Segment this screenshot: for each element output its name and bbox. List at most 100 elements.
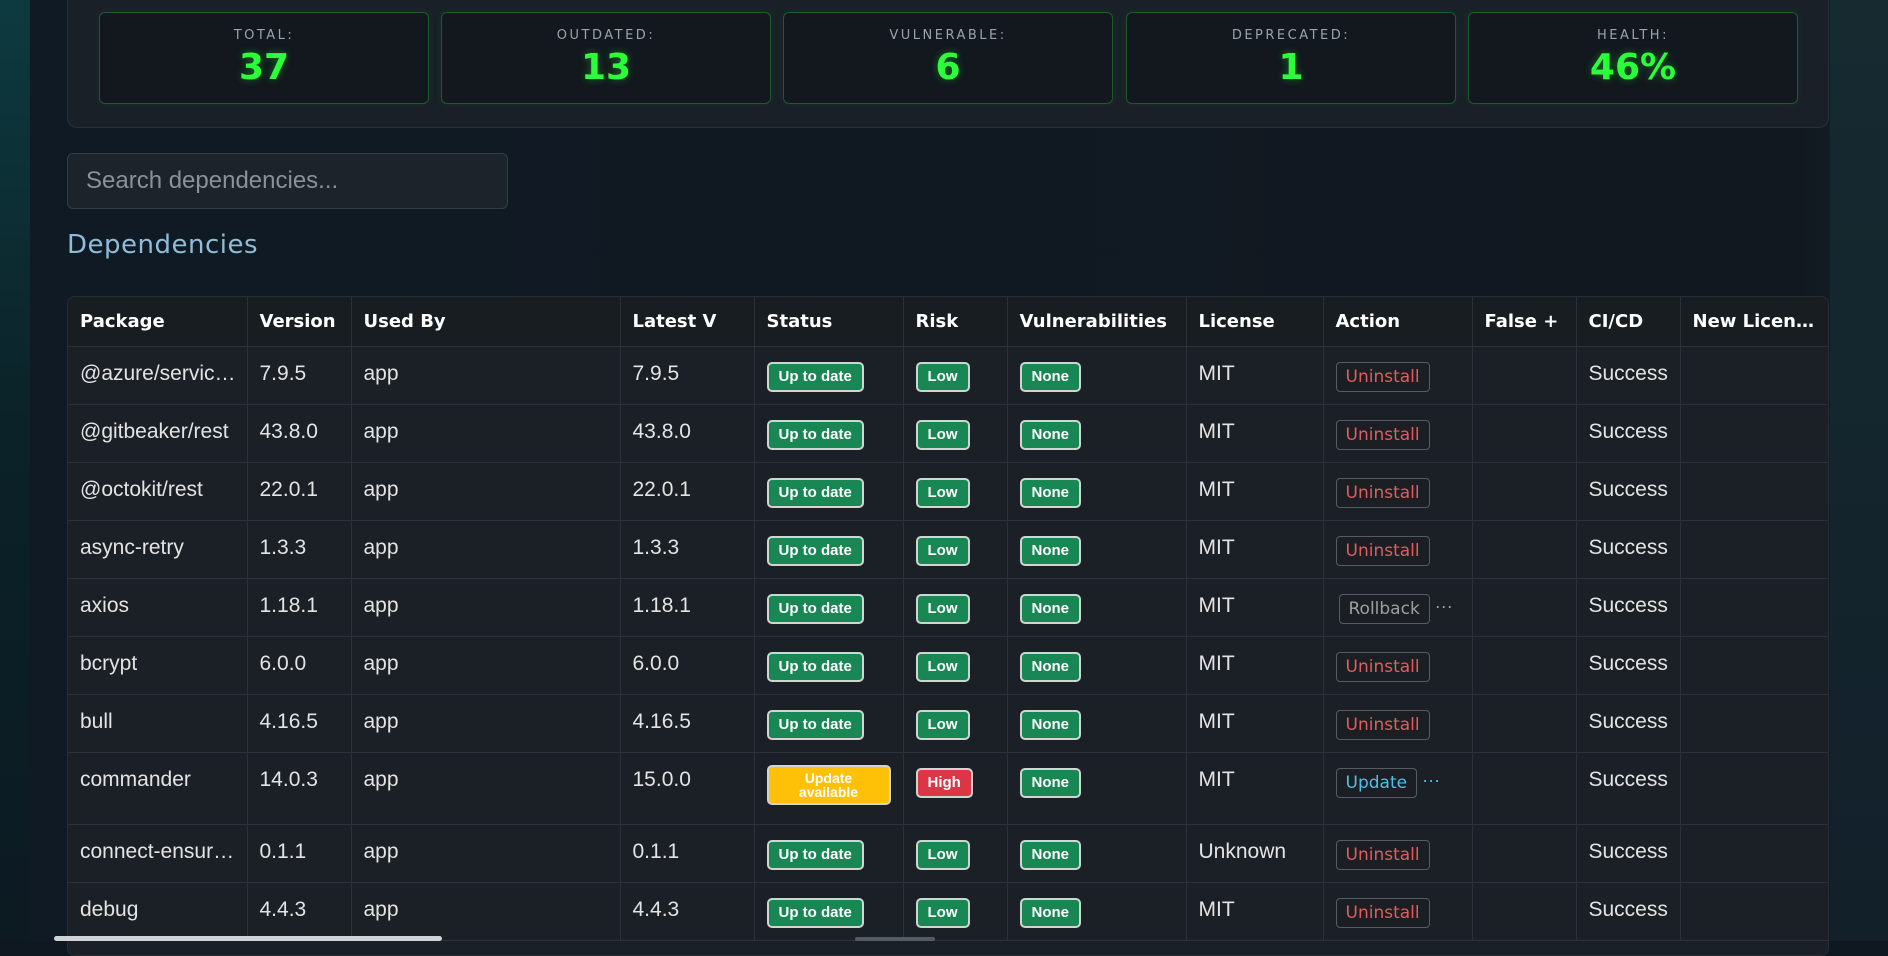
cell-version: 0.1.1 xyxy=(247,824,352,883)
uninstall-button[interactable]: Uninstall xyxy=(1335,419,1430,450)
column-header-version[interactable]: Version xyxy=(247,297,352,347)
cell-new-license xyxy=(1680,824,1828,883)
cell-cicd: Success xyxy=(1576,520,1681,579)
update-button[interactable]: Update xyxy=(1335,767,1418,798)
cell-risk: Low xyxy=(903,694,1008,753)
table-row: @azure/servic… 7.9.5 app 7.9.5 Up to dat… xyxy=(68,346,1828,405)
cell-vulnerabilities: None xyxy=(1007,636,1187,695)
cell-status: Up to date xyxy=(754,520,904,579)
cell-version: 14.0.3 xyxy=(247,752,352,825)
rollback-button[interactable]: Rollback xyxy=(1338,593,1430,624)
column-header-vulnerabilities[interactable]: Vulnerabilities xyxy=(1007,297,1187,347)
cell-vulnerabilities: None xyxy=(1007,578,1187,637)
cell-license: MIT xyxy=(1186,882,1324,941)
cell-latest-version: 4.16.5 xyxy=(620,694,755,753)
cell-status: Up to date xyxy=(754,636,904,695)
vulnerabilities-badge: None xyxy=(1019,767,1081,798)
cell-used-by: app xyxy=(351,520,621,579)
column-header-package[interactable]: Package xyxy=(68,297,248,347)
uninstall-button[interactable]: Uninstall xyxy=(1335,897,1430,928)
dependencies-table: Package Version Used By Latest V Status … xyxy=(68,297,1828,941)
cell-cicd: Success xyxy=(1576,578,1681,637)
table-row: commander 14.0.3 app 15.0.0 Update avail… xyxy=(68,752,1828,825)
cell-false-positive xyxy=(1472,752,1577,825)
cell-license: MIT xyxy=(1186,752,1324,825)
cell-used-by: app xyxy=(351,752,621,825)
risk-badge: Low xyxy=(915,361,970,392)
stat-card-total: TOTAL: 37 xyxy=(99,12,429,104)
uninstall-button[interactable]: Uninstall xyxy=(1335,839,1430,870)
cell-latest-version: 4.4.3 xyxy=(620,882,755,941)
dependencies-table-container[interactable]: Package Version Used By Latest V Status … xyxy=(67,296,1829,956)
vulnerabilities-badge: None xyxy=(1019,535,1081,566)
cell-version: 1.18.1 xyxy=(247,578,352,637)
stat-value: 37 xyxy=(238,47,290,88)
cell-used-by: app xyxy=(351,462,621,521)
cell-package: axios xyxy=(68,578,248,637)
stats-panel: TOTAL: 37 OUTDATED: 13 VULNERABLE: 6 DEP… xyxy=(67,0,1829,128)
cell-package: async-retry xyxy=(68,520,248,579)
uninstall-button[interactable]: Uninstall xyxy=(1335,477,1430,508)
cell-version: 6.0.0 xyxy=(247,636,352,695)
column-header-new-license[interactable]: New Licen… xyxy=(1680,297,1828,347)
vulnerabilities-badge: None xyxy=(1019,839,1081,870)
status-badge: Up to date xyxy=(766,535,864,566)
status-badge: Up to date xyxy=(766,897,864,928)
cell-cicd: Success xyxy=(1576,404,1681,463)
status-badge: Up to date xyxy=(766,839,864,870)
table-row: connect-ensur… 0.1.1 app 0.1.1 Up to dat… xyxy=(68,824,1828,883)
risk-badge: Low xyxy=(915,839,970,870)
status-badge: Up to date xyxy=(766,477,864,508)
vulnerabilities-badge: None xyxy=(1019,651,1081,682)
vulnerabilities-badge: None xyxy=(1019,477,1081,508)
uninstall-button[interactable]: Uninstall xyxy=(1335,651,1430,682)
cell-license: MIT xyxy=(1186,520,1324,579)
column-header-used-by[interactable]: Used By xyxy=(351,297,621,347)
cell-action: Uninstall xyxy=(1323,520,1473,579)
column-header-latest-version[interactable]: Latest V xyxy=(620,297,755,347)
column-header-cicd[interactable]: CI/CD xyxy=(1576,297,1681,347)
cell-package: commander xyxy=(68,752,248,825)
cell-false-positive xyxy=(1472,636,1577,695)
cell-risk: Low xyxy=(903,636,1008,695)
cell-license: Unknown xyxy=(1186,824,1324,883)
ellipsis-icon[interactable]: ··· xyxy=(1422,770,1440,790)
horizontal-scrollbar-indicator[interactable] xyxy=(855,937,935,941)
cell-license: MIT xyxy=(1186,346,1324,405)
uninstall-button[interactable]: Uninstall xyxy=(1335,535,1430,566)
column-header-status[interactable]: Status xyxy=(754,297,904,347)
stat-value: 13 xyxy=(580,47,632,88)
search-input[interactable] xyxy=(67,153,508,209)
status-badge: Up to date xyxy=(766,709,864,740)
uninstall-button[interactable]: Uninstall xyxy=(1335,709,1430,740)
cell-new-license xyxy=(1680,578,1828,637)
cell-status: Up to date xyxy=(754,346,904,405)
cell-new-license xyxy=(1680,404,1828,463)
cell-action: Uninstall xyxy=(1323,404,1473,463)
section-title: Dependencies xyxy=(67,230,259,260)
table-row: bcrypt 6.0.0 app 6.0.0 Up to date Low No… xyxy=(68,636,1828,695)
cell-version: 1.3.3 xyxy=(247,520,352,579)
cell-false-positive xyxy=(1472,824,1577,883)
cell-action: Uninstall xyxy=(1323,636,1473,695)
horizontal-scrollbar-thumb[interactable] xyxy=(54,936,442,941)
vulnerabilities-badge: None xyxy=(1019,593,1081,624)
uninstall-button[interactable]: Uninstall xyxy=(1335,361,1430,392)
table-row: @octokit/rest 22.0.1 app 22.0.1 Up to da… xyxy=(68,462,1828,521)
cell-vulnerabilities: None xyxy=(1007,346,1187,405)
cell-false-positive xyxy=(1472,404,1577,463)
cell-used-by: app xyxy=(351,694,621,753)
column-header-license[interactable]: License xyxy=(1186,297,1324,347)
cell-package: @gitbeaker/rest xyxy=(68,404,248,463)
column-header-action[interactable]: Action xyxy=(1323,297,1473,347)
cell-used-by: app xyxy=(351,636,621,695)
cell-status: Up to date xyxy=(754,462,904,521)
risk-badge: Low xyxy=(915,419,970,450)
column-header-risk[interactable]: Risk xyxy=(903,297,1008,347)
cell-latest-version: 22.0.1 xyxy=(620,462,755,521)
ellipsis-icon[interactable]: ··· xyxy=(1435,596,1453,616)
risk-badge: Low xyxy=(915,651,970,682)
table-row: axios 1.18.1 app 1.18.1 Up to date Low N… xyxy=(68,578,1828,637)
column-header-false-positive[interactable]: False + xyxy=(1472,297,1577,347)
cell-package: connect-ensur… xyxy=(68,824,248,883)
